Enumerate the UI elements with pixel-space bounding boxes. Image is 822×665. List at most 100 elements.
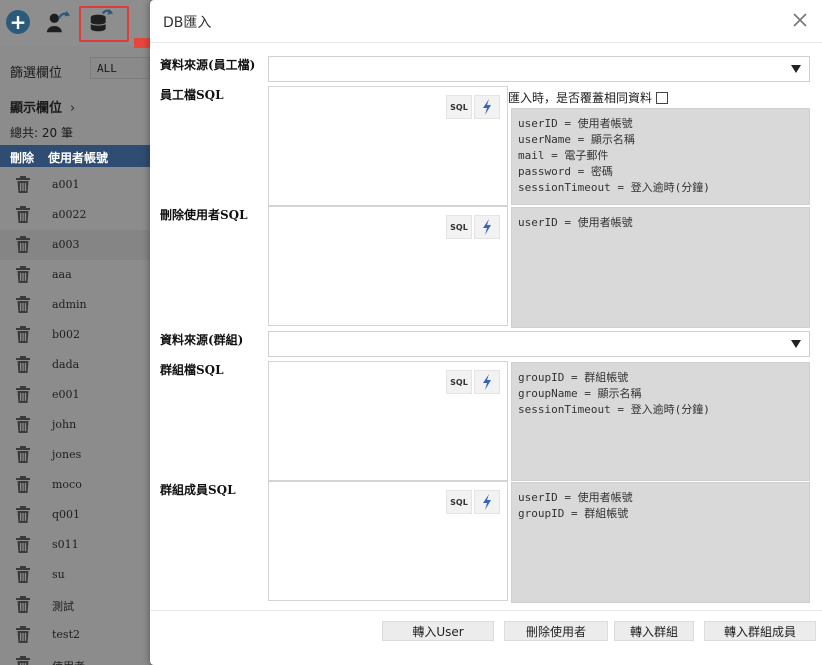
dialog-header-divider <box>150 42 822 43</box>
close-icon[interactable] <box>790 10 810 30</box>
import-group-member-button[interactable]: 轉入群組成員 <box>704 621 816 641</box>
import-group-button[interactable]: 轉入群組 <box>614 621 694 641</box>
employee-source-select[interactable] <box>268 56 810 82</box>
list-item[interactable]: john <box>0 410 150 440</box>
delete-user-field-hint: userID = 使用者帳號 <box>511 207 810 328</box>
trash-icon[interactable] <box>15 626 31 644</box>
account-name: test2 <box>52 628 80 641</box>
account-name: jones <box>52 448 82 461</box>
overwrite-checkbox[interactable] <box>656 91 669 104</box>
overwrite-option[interactable]: 匯入時，是否覆蓋相同資料 <box>508 89 669 106</box>
list-item[interactable]: aaa <box>0 260 150 290</box>
dialog-footer-divider <box>150 610 822 611</box>
list-item[interactable]: 使用者 <box>0 650 150 665</box>
trash-icon[interactable] <box>15 326 31 344</box>
account-name: a0022 <box>52 208 87 221</box>
list-header: 刪除 使用者帳號 <box>0 145 150 167</box>
account-name: e001 <box>52 388 80 401</box>
account-name: b002 <box>52 328 81 341</box>
sql-format-button[interactable]: SQL <box>446 215 472 239</box>
employee-source-label: 資料來源(員工檔) <box>160 58 256 72</box>
total-count: 總共: 20 筆 <box>10 126 73 140</box>
list-item[interactable]: e001 <box>0 380 150 410</box>
chevron-right-icon: › <box>70 101 76 116</box>
filter-row: 篩選欄位 ALL <box>0 53 150 83</box>
sql-format-button[interactable]: SQL <box>446 490 472 514</box>
highlight-box <box>79 6 129 42</box>
account-name: admin <box>52 298 87 311</box>
trash-icon[interactable] <box>15 296 31 314</box>
group-field-hint: groupID = 群組帳號 groupName = 顯示名稱 sessionT… <box>511 362 810 481</box>
plus-circle-icon[interactable]: + <box>6 10 30 34</box>
list-item[interactable]: a001 <box>0 170 150 200</box>
account-name: su <box>52 568 65 581</box>
list-item[interactable]: q001 <box>0 500 150 530</box>
sql-format-button[interactable]: SQL <box>446 95 472 119</box>
trash-icon[interactable] <box>15 566 31 584</box>
sql-format-button[interactable]: SQL <box>446 370 472 394</box>
trash-icon[interactable] <box>15 446 31 464</box>
header-account: 使用者帳號 <box>48 151 109 165</box>
trash-icon[interactable] <box>15 266 31 284</box>
dropdown-caret-icon <box>791 65 801 73</box>
list-item[interactable]: su <box>0 560 150 590</box>
group-source-select[interactable] <box>268 331 810 357</box>
employee-field-hint: userID = 使用者帳號 userName = 顯示名稱 mail = 電子… <box>511 108 810 205</box>
list-item[interactable]: moco <box>0 470 150 500</box>
delete-user-sql-label: 刪除使用者SQL <box>160 208 248 222</box>
lightning-icon[interactable] <box>474 215 500 239</box>
list-item[interactable]: 測試 <box>0 590 150 620</box>
trash-icon[interactable] <box>15 536 31 554</box>
account-name: q001 <box>52 508 81 521</box>
display-columns-label: 顯示欄位 <box>10 101 63 116</box>
filter-label: 篩選欄位 <box>10 66 63 81</box>
trash-icon[interactable] <box>15 236 31 254</box>
list-item[interactable]: dada <box>0 350 150 380</box>
lightning-icon[interactable] <box>474 490 500 514</box>
list-item[interactable]: admin <box>0 290 150 320</box>
overwrite-label: 匯入時，是否覆蓋相同資料 <box>508 91 653 105</box>
trash-icon[interactable] <box>15 176 31 194</box>
list-item[interactable]: a003 <box>0 230 150 260</box>
list-item[interactable]: a0022 <box>0 200 150 230</box>
trash-icon[interactable] <box>15 206 31 224</box>
filter-select[interactable]: ALL <box>90 57 150 79</box>
list-item[interactable]: test2 <box>0 620 150 650</box>
dropdown-caret-icon <box>791 340 801 348</box>
group-member-sql-editor[interactable]: SQL <box>268 481 508 601</box>
delete-user-sql-editor[interactable]: SQL <box>268 206 508 326</box>
account-name: a001 <box>52 178 80 191</box>
list-item[interactable]: b002 <box>0 320 150 350</box>
list-item[interactable]: jones <box>0 440 150 470</box>
account-name: a003 <box>52 238 80 251</box>
trash-icon[interactable] <box>15 596 31 614</box>
group-sql-editor[interactable]: SQL <box>268 361 508 481</box>
account-name: john <box>52 418 77 431</box>
account-name: dada <box>52 358 80 371</box>
list-item[interactable]: s011 <box>0 530 150 560</box>
employee-sql-label: 員工檔SQL <box>160 88 224 102</box>
employee-sql-editor[interactable]: SQL <box>268 86 508 206</box>
group-sql-label: 群組檔SQL <box>160 363 224 377</box>
account-name: moco <box>52 478 82 491</box>
account-name: 使用者 <box>52 658 85 665</box>
lightning-icon[interactable] <box>474 95 500 119</box>
user-import-icon[interactable] <box>46 9 72 35</box>
group-source-label: 資料來源(群組) <box>160 333 244 347</box>
db-import-dialog: DB匯入 資料來源(員工檔) 員工檔SQL SQL 匯入時，是否覆蓋相同資料 u… <box>150 0 822 665</box>
lightning-icon[interactable] <box>474 370 500 394</box>
import-user-button[interactable]: 轉入User <box>382 621 494 641</box>
group-member-sql-label: 群組成員SQL <box>160 483 236 497</box>
header-delete: 刪除 <box>10 151 35 165</box>
trash-icon[interactable] <box>15 476 31 494</box>
trash-icon[interactable] <box>15 506 31 524</box>
delete-user-button[interactable]: 刪除使用者 <box>504 621 608 641</box>
trash-icon[interactable] <box>15 356 31 374</box>
trash-icon[interactable] <box>15 386 31 404</box>
display-columns-toggle[interactable]: 顯示欄位 › <box>10 97 75 116</box>
trash-icon[interactable] <box>15 416 31 434</box>
dialog-title: DB匯入 <box>163 15 212 31</box>
toolbar: + <box>0 0 150 46</box>
trash-icon[interactable] <box>15 656 31 665</box>
group-member-field-hint: userID = 使用者帳號 groupID = 群組帳號 <box>511 482 810 603</box>
